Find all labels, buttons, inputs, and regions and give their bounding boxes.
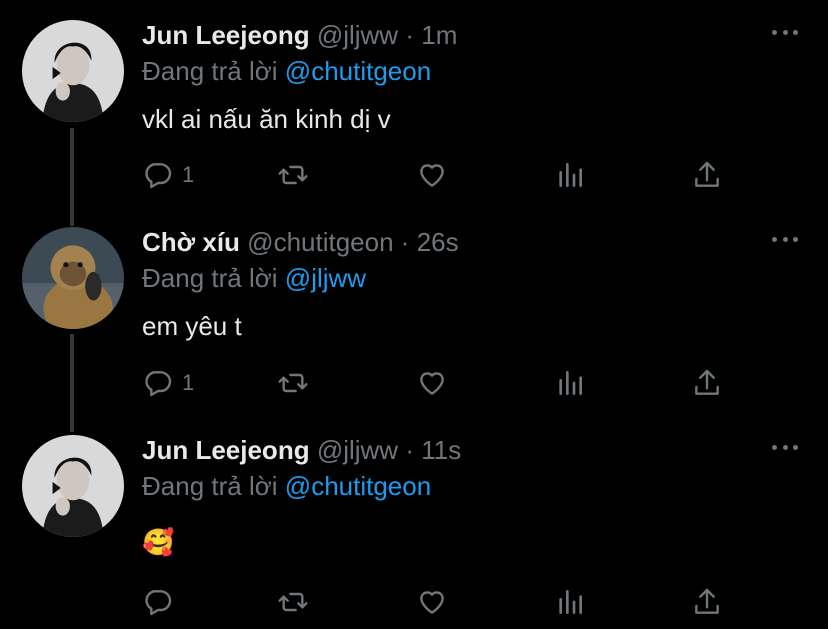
retweet-icon (278, 373, 308, 393)
retweet-icon (278, 165, 308, 185)
tweet-emoji: 🥰 (142, 527, 175, 557)
like-icon (420, 372, 444, 395)
like-button[interactable] (416, 365, 448, 401)
mention-link[interactable]: @chutitgeon (285, 471, 431, 501)
tweet-actions (142, 584, 742, 620)
replying-to: Đang trả lời @chutitgeon (142, 471, 431, 502)
reply-button[interactable] (142, 584, 182, 620)
reply-count: 1 (182, 162, 195, 187)
tweet-text: vkl ai nấu ăn kinh dị v (142, 104, 391, 134)
mention-link[interactable]: @chutitgeon (285, 56, 431, 86)
tweet-actions: 1 (142, 365, 742, 401)
replying-to-label: Đang trả lời (142, 471, 278, 501)
person-avatar-image (22, 435, 124, 537)
separator-dot: · (405, 435, 414, 465)
reply-icon (145, 163, 172, 189)
person-avatar-image (22, 20, 124, 122)
tweet-header: Jun Leejeong @jljww · 11s (142, 435, 461, 466)
tweet-text: em yêu t (142, 311, 242, 341)
reply-icon (145, 371, 172, 397)
tweet[interactable]: Jun Leejeong @jljww · 11s Đang trả lời @… (0, 435, 828, 625)
separator-dot: · (405, 20, 414, 50)
share-icon (695, 588, 719, 614)
more-icon[interactable] (772, 22, 798, 42)
analytics-icon (559, 590, 582, 614)
user-handle[interactable]: @chutitgeon (247, 227, 393, 257)
tweet[interactable]: Jun Leejeong @jljww · 1m Đang trả lời @c… (0, 20, 828, 210)
reply-button[interactable]: 1 (142, 157, 194, 193)
tweet[interactable]: Chờ xíu @chutitgeon · 26s Đang trả lời @… (0, 227, 828, 417)
share-icon (695, 161, 719, 187)
share-button[interactable] (691, 157, 723, 193)
avatar[interactable] (22, 435, 124, 537)
like-button[interactable] (416, 157, 448, 193)
like-button[interactable] (416, 584, 448, 620)
retweet-button[interactable] (277, 157, 309, 193)
retweet-icon (278, 592, 308, 612)
user-handle[interactable]: @jljww (317, 20, 398, 50)
replying-to-label: Đang trả lời (142, 263, 278, 293)
like-icon (420, 164, 444, 187)
like-icon (420, 591, 444, 614)
analytics-button[interactable] (554, 157, 586, 193)
user-handle[interactable]: @jljww (317, 435, 398, 465)
replying-to: Đang trả lời @jljww (142, 263, 366, 294)
reply-button[interactable]: 1 (142, 365, 194, 401)
share-button[interactable] (691, 365, 723, 401)
replying-to-label: Đang trả lời (142, 56, 278, 86)
analytics-button[interactable] (554, 584, 586, 620)
mention-link[interactable]: @jljww (285, 263, 366, 293)
analytics-icon (559, 163, 582, 187)
display-name[interactable]: Jun Leejeong (142, 435, 310, 465)
separator-dot: · (400, 227, 410, 257)
share-icon (695, 369, 719, 395)
retweet-button[interactable] (277, 365, 309, 401)
avatar[interactable] (22, 20, 124, 122)
monkey-avatar-image (22, 227, 124, 329)
share-button[interactable] (691, 584, 723, 620)
tweet-header: Jun Leejeong @jljww · 1m (142, 20, 457, 51)
analytics-button[interactable] (554, 365, 586, 401)
display-name[interactable]: Chờ xíu (142, 227, 240, 257)
timestamp[interactable]: 26s (417, 227, 459, 257)
reply-icon (145, 590, 172, 616)
more-icon[interactable] (772, 229, 798, 249)
timestamp[interactable]: 1m (421, 20, 457, 50)
avatar[interactable] (22, 227, 124, 329)
tweet-actions: 1 (142, 157, 742, 193)
more-icon[interactable] (772, 437, 798, 457)
tweet-header: Chờ xíu @chutitgeon · 26s (142, 227, 459, 258)
retweet-button[interactable] (277, 584, 309, 620)
timestamp[interactable]: 11s (421, 435, 461, 465)
display-name[interactable]: Jun Leejeong (142, 20, 310, 50)
analytics-icon (559, 371, 582, 395)
replying-to: Đang trả lời @chutitgeon (142, 56, 431, 87)
reply-count: 1 (182, 370, 195, 395)
